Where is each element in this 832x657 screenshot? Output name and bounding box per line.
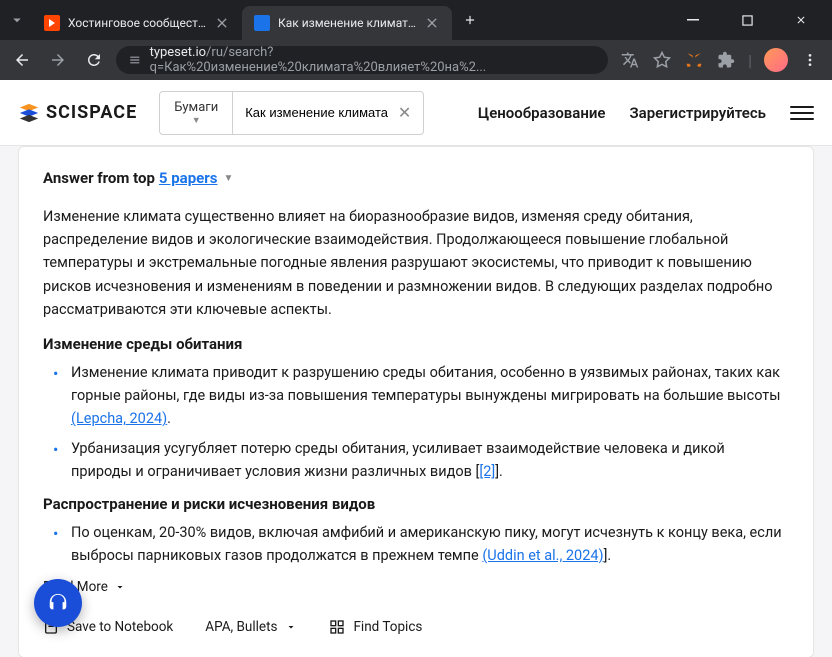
address-bar[interactable]: typeset.io/ru/search?q=Как%20изменение%2… bbox=[116, 46, 608, 74]
browser-menu-button[interactable] bbox=[796, 46, 824, 74]
minimize-button[interactable] bbox=[670, 4, 716, 36]
bullet-list: Изменение климата приводит к разрушению … bbox=[43, 361, 789, 483]
topics-icon bbox=[329, 619, 345, 635]
section-heading: Изменение среды обитания bbox=[43, 335, 789, 353]
caret-down-icon[interactable]: ▼ bbox=[223, 173, 233, 184]
window-controls bbox=[670, 4, 824, 36]
translate-icon[interactable] bbox=[616, 46, 644, 74]
extensions-icon[interactable] bbox=[712, 46, 740, 74]
star-icon[interactable] bbox=[648, 46, 676, 74]
forward-button[interactable] bbox=[44, 46, 72, 74]
browser-toolbar: typeset.io/ru/search?q=Как%20изменение%2… bbox=[0, 40, 832, 80]
browser-tab-1[interactable]: Хостинговое сообщество «Tim bbox=[32, 6, 242, 40]
back-button[interactable] bbox=[8, 46, 36, 74]
answer-card: Answer from top 5 papers ▼ Изменение кли… bbox=[18, 146, 814, 657]
nav-pricing[interactable]: Ценообразование bbox=[478, 104, 606, 122]
format-dropdown[interactable]: APA, Bullets bbox=[205, 619, 297, 635]
search-input-wrap: ✕ bbox=[233, 92, 423, 134]
card-footer: Save to Notebook APA, Bullets Find Topic… bbox=[43, 619, 789, 635]
papers-count-link[interactable]: 5 papers bbox=[159, 169, 218, 187]
caret-down-icon: ▼ bbox=[192, 115, 201, 126]
profile-avatar[interactable] bbox=[764, 48, 788, 72]
maximize-button[interactable] bbox=[724, 4, 770, 36]
new-tab-button[interactable] bbox=[456, 6, 484, 34]
tab-title: Как изменение климата влияе bbox=[278, 16, 416, 30]
nav-signup[interactable]: Зарегистрируйтесь bbox=[630, 104, 767, 122]
close-icon[interactable] bbox=[424, 15, 440, 31]
citation-link[interactable]: (Uddin et al., 2024) bbox=[482, 547, 603, 564]
search-type-dropdown[interactable]: Бумаги ▼ bbox=[160, 92, 233, 134]
clear-search-icon[interactable]: ✕ bbox=[398, 103, 411, 122]
site-settings-icon bbox=[128, 53, 142, 67]
browser-tab-2[interactable]: Как изменение климата влияе bbox=[242, 6, 452, 40]
favicon-icon bbox=[44, 15, 60, 31]
page-content: SCISPACE Бумаги ▼ ✕ Ценообразование Заре… bbox=[0, 80, 832, 657]
metamask-icon[interactable] bbox=[680, 46, 708, 74]
answer-header: Answer from top 5 papers ▼ bbox=[43, 169, 789, 187]
citation-link[interactable]: (Lepcha, 2024) bbox=[71, 410, 167, 427]
list-item: Изменение климата приводит к разрушению … bbox=[43, 361, 789, 431]
logo-icon bbox=[18, 102, 40, 124]
app-header: SCISPACE Бумаги ▼ ✕ Ценообразование Заре… bbox=[0, 80, 832, 146]
close-window-button[interactable] bbox=[778, 4, 824, 36]
search-input[interactable] bbox=[245, 105, 398, 120]
menu-button[interactable] bbox=[790, 101, 814, 125]
chat-fab[interactable] bbox=[34, 579, 82, 627]
read-more-button[interactable]: Read More bbox=[43, 579, 789, 595]
list-item: По оценкам, 20-30% видов, включая амфиби… bbox=[43, 521, 789, 567]
chevron-down-icon bbox=[114, 581, 126, 593]
bullet-list: По оценкам, 20-30% видов, включая амфиби… bbox=[43, 521, 789, 567]
favicon-icon bbox=[254, 15, 270, 31]
reload-button[interactable] bbox=[80, 46, 108, 74]
close-icon[interactable] bbox=[214, 15, 230, 31]
url-text: typeset.io/ru/search?q=Как%20изменение%2… bbox=[150, 46, 597, 74]
tab-title: Хостинговое сообщество «Tim bbox=[68, 16, 206, 30]
answer-intro: Изменение климата существенно влияет на … bbox=[43, 205, 789, 321]
tab-strip: Хостинговое сообщество «Tim Как изменени… bbox=[32, 0, 670, 40]
citation-link[interactable]: [2] bbox=[479, 463, 495, 480]
find-topics-button[interactable]: Find Topics bbox=[329, 619, 422, 635]
chevron-down-icon[interactable] bbox=[8, 11, 26, 29]
search-group: Бумаги ▼ ✕ bbox=[159, 91, 424, 135]
headset-icon bbox=[47, 592, 69, 614]
browser-titlebar: Хостинговое сообщество «Tim Как изменени… bbox=[0, 0, 832, 40]
list-item: Урбанизация усугубляет потерю среды обит… bbox=[43, 437, 789, 483]
scispace-logo[interactable]: SCISPACE bbox=[18, 102, 137, 124]
section-heading: Распространение и риски исчезновения вид… bbox=[43, 495, 789, 513]
chevron-down-icon bbox=[285, 621, 297, 633]
